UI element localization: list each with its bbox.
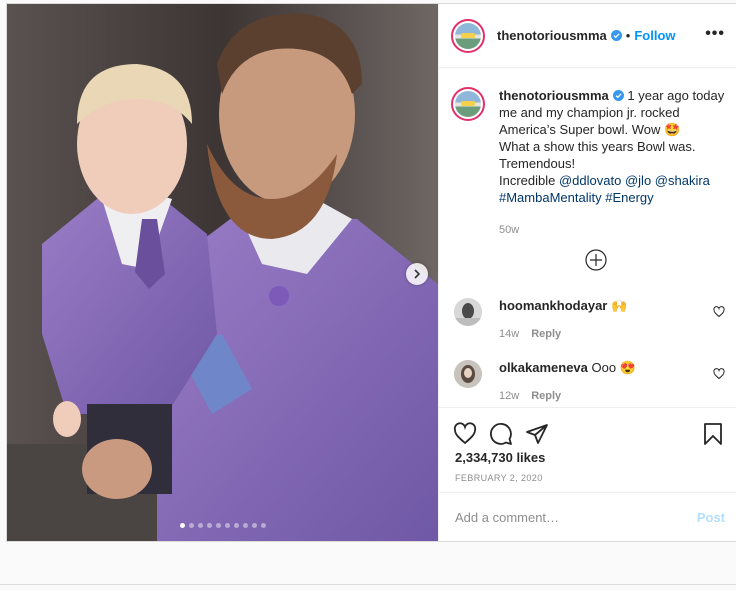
hashtag-link[interactable]: #MambaMentality	[499, 190, 602, 205]
add-comment-bar: Post	[439, 492, 736, 541]
caption-text: thenotoriousmma 1 year ago today me and …	[499, 87, 725, 206]
verified-badge-icon	[610, 30, 622, 41]
avatar[interactable]	[454, 360, 482, 388]
caption-line-2: What a show this years Bowl was. Tremend…	[499, 139, 696, 171]
post-caption: thenotoriousmma 1 year ago today me and …	[439, 69, 736, 239]
separator-dot: •	[625, 28, 631, 43]
comment-username[interactable]: hoomankhodayar	[499, 298, 607, 313]
post-media[interactable]	[7, 4, 438, 541]
comment-text: Ooo 😍	[587, 360, 636, 375]
page-divider	[0, 584, 736, 585]
comment-time: 14w	[499, 328, 520, 340]
post-sidebar: thenotoriousmma • Follow ••• thenotoriou…	[438, 4, 736, 541]
comment-item: olkakameneva Ooo 😍 12w Reply	[439, 360, 736, 402]
comments-section: thenotoriousmma 1 year ago today me and …	[439, 69, 736, 407]
verified-badge-icon	[612, 90, 624, 101]
more-options-button[interactable]: •••	[705, 26, 725, 42]
avatar[interactable]	[451, 18, 485, 53]
carousel-dot	[206, 523, 212, 528]
mention-link[interactable]: @shakira	[655, 173, 710, 188]
follow-button[interactable]: Follow	[634, 28, 675, 43]
comment-icon[interactable]	[489, 422, 513, 446]
comment-input[interactable]	[455, 509, 697, 525]
mention-link[interactable]: @ddlovato	[559, 173, 621, 188]
carousel-indicator	[7, 523, 438, 528]
share-icon[interactable]	[525, 422, 549, 446]
caption-time: 50w	[499, 224, 520, 236]
reply-button[interactable]: Reply	[531, 328, 561, 340]
post-header: thenotoriousmma • Follow •••	[439, 4, 736, 68]
carousel-dot	[251, 523, 257, 528]
caption-line-3: Incredible	[499, 173, 559, 188]
post-comment-button[interactable]: Post	[697, 510, 725, 525]
carousel-dot	[242, 523, 248, 528]
chevron-right-icon	[414, 269, 421, 279]
caption-avatar[interactable]	[451, 87, 485, 121]
carousel-dot	[188, 523, 194, 528]
username-link[interactable]: thenotoriousmma	[497, 28, 607, 43]
instagram-post: thenotoriousmma • Follow ••• thenotoriou…	[6, 3, 736, 542]
mention-link[interactable]: @jlo	[625, 173, 651, 188]
carousel-dot	[233, 523, 239, 528]
carousel-dot	[197, 523, 203, 528]
post-date[interactable]: FEBRUARY 2, 2020	[455, 473, 543, 483]
comment-item: hoomankhodayar 🙌 14w Reply	[439, 298, 736, 340]
comment-time: 12w	[499, 390, 520, 402]
carousel-dot	[215, 523, 221, 528]
carousel-dot	[260, 523, 266, 528]
avatar[interactable]	[454, 298, 482, 326]
action-bar	[439, 407, 736, 452]
comment-text: 🙌	[607, 298, 628, 313]
carousel-dot	[179, 523, 185, 528]
heart-icon[interactable]	[713, 306, 725, 318]
likes-count[interactable]: 2,334,730 likes	[455, 450, 545, 465]
heart-icon[interactable]	[453, 422, 477, 446]
carousel-dot	[224, 523, 230, 528]
heart-icon[interactable]	[713, 368, 725, 380]
comment-username[interactable]: olkakameneva	[499, 360, 588, 375]
caption-username[interactable]: thenotoriousmma	[499, 88, 609, 103]
reply-button[interactable]: Reply	[531, 390, 561, 402]
post-photo	[7, 4, 438, 541]
add-circle-icon[interactable]	[585, 249, 607, 271]
hashtag-link[interactable]: #Energy	[605, 190, 653, 205]
bookmark-icon[interactable]	[701, 422, 725, 446]
next-image-button[interactable]	[406, 263, 428, 285]
